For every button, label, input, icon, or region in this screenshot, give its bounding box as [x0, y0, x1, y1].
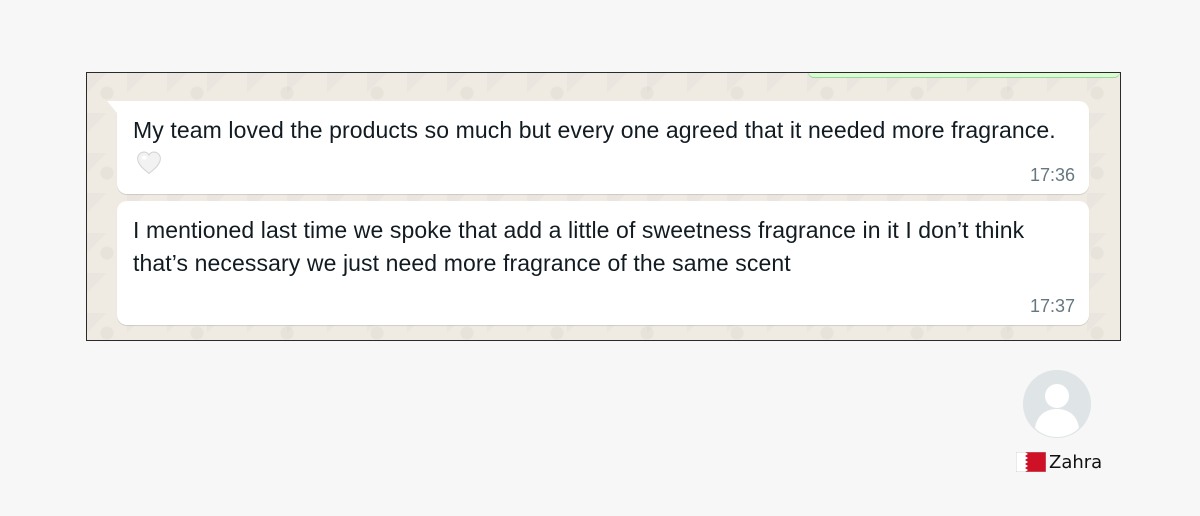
message-timestamp: 17:37: [1029, 296, 1075, 316]
message-text: My team loved the products so much but e…: [133, 117, 1056, 143]
contact-label: Zahra: [1016, 450, 1102, 474]
default-avatar-icon: [1023, 370, 1091, 438]
outgoing-message-edge: [808, 73, 1120, 77]
message-text: I mentioned last time we spoke that add …: [133, 217, 1025, 276]
message-timestamp: 17:36: [1029, 165, 1075, 185]
user-silhouette-icon: [1023, 370, 1091, 438]
contact-name: Zahra: [1049, 451, 1103, 473]
chat-screenshot: My team loved the products so much but e…: [86, 72, 1121, 341]
bahrain-flag-icon: [1016, 452, 1046, 472]
incoming-message[interactable]: I mentioned last time we spoke that add …: [117, 201, 1089, 325]
incoming-message[interactable]: My team loved the products so much but e…: [107, 101, 1089, 194]
white-heart-icon: [137, 151, 161, 175]
